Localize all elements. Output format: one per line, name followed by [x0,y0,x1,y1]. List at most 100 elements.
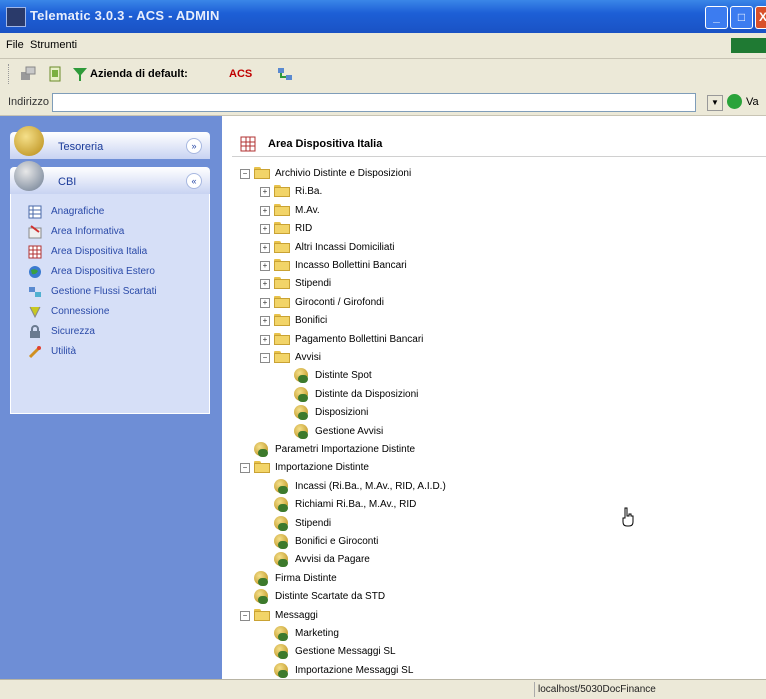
go-button[interactable]: Va [746,96,759,108]
panel-tesoreria: Tesoreria » [10,126,210,159]
filter-icon[interactable] [72,66,88,82]
hand-cursor-icon [622,507,634,527]
expand-icon[interactable]: + [260,297,270,308]
coins-icon [14,126,44,156]
tree-label: Marketing [295,628,339,639]
expand-icon[interactable]: + [260,242,270,253]
collapse-icon[interactable]: − [240,169,250,179]
tree-label: Parametri Importazione Distinte [275,444,416,455]
panel-cbi-body: Anagrafiche Area Informativa Area Dispos… [10,194,210,414]
tree-label: Archivio Distinte e Disposizioni [275,168,412,179]
address-bar: Indirizzo ▼ Va [0,89,766,116]
tree-label: M.Av. [295,204,320,216]
address-dropdown-icon[interactable]: ▼ [707,95,723,111]
chevron-up-icon[interactable]: « [186,173,202,189]
tree-label: Ri.Ba. [295,186,323,198]
panel-cbi-header[interactable]: CBI « [10,161,210,194]
folder-icon [274,222,290,235]
sidebar-item-area-dispositiva-italia[interactable]: Area Dispositiva Italia [11,242,209,262]
tree-label: Giroconti / Girofondi [295,296,384,308]
tree-label: Firma Distinte [275,572,337,584]
expand-icon[interactable]: + [260,261,270,271]
folder-icon [274,240,290,254]
sidebar-item-gestione-flussi-scartati[interactable]: Gestione Flussi Scartati [11,282,209,302]
toolbar: Azienda di default: ACS [0,59,766,90]
sidebar-item-label: Area Dispositiva Italia [51,246,148,257]
coins-icon [254,589,268,605]
tree-label: Stipendi [295,278,332,290]
default-company-value: ACS [229,68,253,80]
coins-icon [274,497,288,513]
folder-icon [274,259,290,272]
expand-icon[interactable]: + [260,187,270,198]
coins-icon [294,405,308,421]
expand-icon[interactable]: + [260,205,270,216]
expand-icon[interactable]: + [260,279,270,290]
close-button[interactable]: X [755,6,766,29]
tree-label: Gestione Messaggi SL [295,646,396,658]
menu-file[interactable]: File [6,39,24,51]
coins-icon [294,423,308,439]
folder-icon [274,314,290,327]
collapse-icon[interactable]: − [240,610,250,621]
sidebar-item-utilita[interactable]: Utilità [11,342,209,362]
folder-icon [254,461,270,474]
connection-icon [29,306,41,319]
coins-icon [294,368,308,384]
document-icon[interactable] [47,66,63,82]
coins-icon [274,515,288,531]
folder-icon [274,295,290,309]
panel-title: Tesoreria [58,141,104,153]
minimize-button[interactable]: _ [705,6,728,29]
address-input[interactable] [52,93,696,112]
expand-icon[interactable]: + [260,224,270,235]
tree-label: Incassi (Ri.Ba., M.Av., RID, A.I.D.) [295,480,446,492]
maximize-button[interactable]: □ [730,6,753,29]
sidebar-item-anagrafiche[interactable]: Anagrafiche [11,202,209,222]
globe-icon [29,266,41,278]
status-bar: localhost/5030DocFinance [0,679,766,699]
tree-label: Distinte da Disposizioni [315,388,419,400]
app-icon [6,7,26,27]
status-text: localhost/5030DocFinance [538,684,656,695]
satellite-icon [14,161,44,191]
coins-icon [254,442,268,457]
sidebar-item-label: Sicurezza [51,326,95,337]
default-company-label: Azienda di default: [90,68,188,80]
network-icon[interactable] [277,66,293,82]
main-content: Area Dispositiva Italia − Archivio Distin… [222,116,766,695]
sidebar-item-label: Area Informativa [51,226,125,237]
flow-icon [29,287,41,297]
tree-label: Distinte Scartate da STD [275,591,386,603]
sidebar-item-label: Connessione [51,306,110,317]
panel-title: CBI [58,176,77,188]
address-label: Indirizzo [8,96,49,108]
status-separator [534,682,535,697]
sidebar-item-sicurezza[interactable]: Sicurezza [11,322,209,342]
chevron-down-icon[interactable]: » [186,138,202,154]
folder-icon [274,185,290,198]
coins-icon [254,570,268,586]
folder-icon [274,351,290,364]
tree-label: Gestione Avvisi [315,425,384,437]
properties-icon[interactable] [20,66,36,82]
expand-icon[interactable]: + [260,334,270,345]
go-icon[interactable] [727,94,742,109]
sidebar-item-connessione[interactable]: Connessione [11,302,209,322]
tree-label: Pagamento Bollettini Bancari [295,333,424,345]
info-icon [28,225,42,239]
sidebar: Tesoreria » CBI « Anagrafiche Area Infor… [0,116,222,679]
sidebar-item-area-dispositiva-estero[interactable]: Area Dispositiva Estero [11,262,209,282]
tree-label: Messaggi [275,609,318,621]
menu-strumenti[interactable]: Strumenti [30,39,77,51]
tree-label: RID [295,223,313,235]
expand-icon[interactable]: + [260,316,270,327]
collapse-icon[interactable]: − [240,463,250,474]
collapse-icon[interactable]: − [260,353,270,363]
tree-label: Bonifici e Giroconti [295,536,379,547]
tree-label: Importazione Distinte [275,462,369,474]
folder-icon [274,203,290,217]
sidebar-item-label: Area Dispositiva Estero [51,266,155,277]
panel-tesoreria-header[interactable]: Tesoreria » [10,126,210,159]
sidebar-item-area-informativa[interactable]: Area Informativa [11,222,209,242]
